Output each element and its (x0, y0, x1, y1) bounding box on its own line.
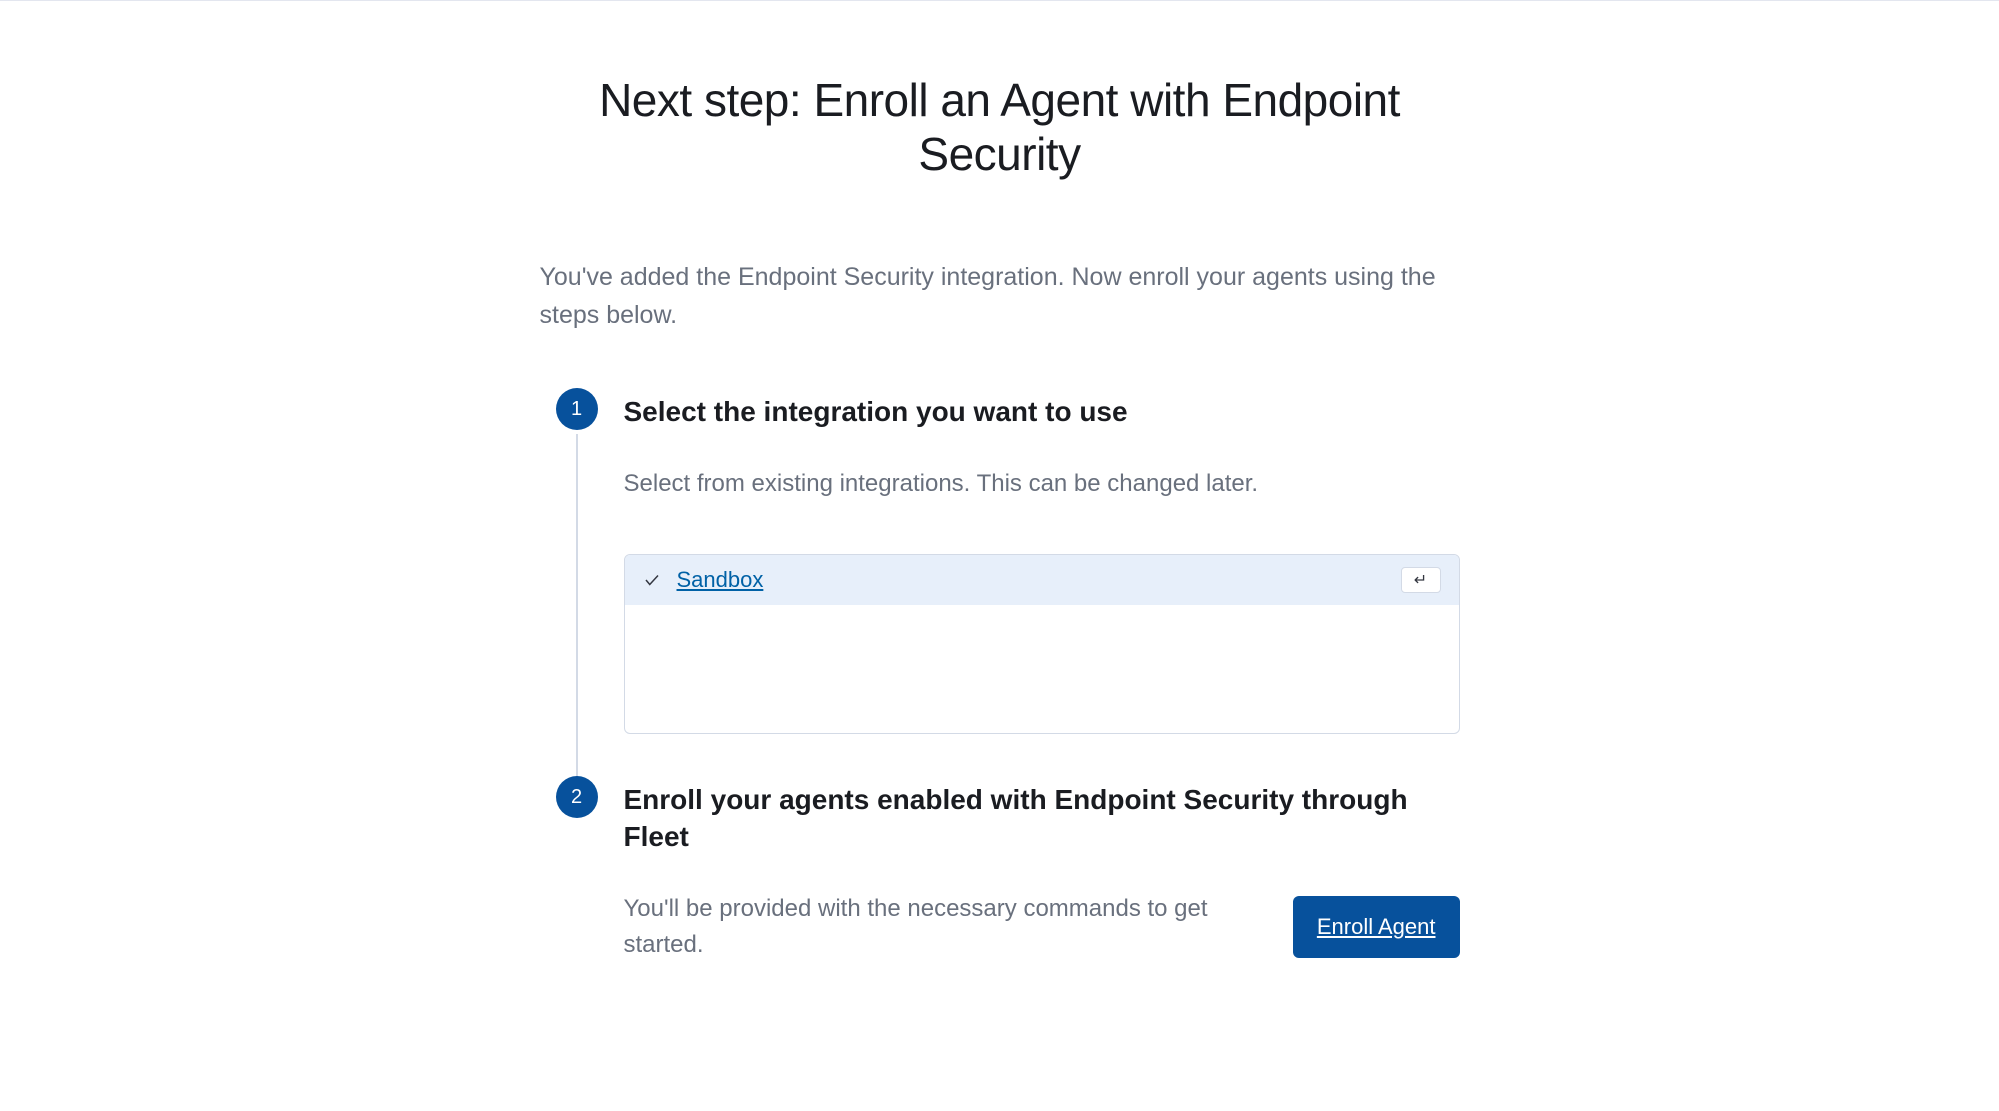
step-number-badge: 2 (556, 776, 598, 818)
return-key-icon: ↵ (1401, 567, 1441, 593)
step-2: 2 Enroll your agents enabled with Endpoi… (556, 782, 1460, 973)
step-2-title: Enroll your agents enabled with Endpoint… (624, 782, 1460, 855)
integration-option-label: Sandbox (677, 567, 764, 593)
check-icon (643, 571, 661, 589)
step-1: 1 Select the integration you want to use… (556, 394, 1460, 782)
step-number-badge: 1 (556, 388, 598, 430)
step-2-row: You'll be provided with the necessary co… (624, 891, 1460, 963)
integration-option-selected[interactable]: Sandbox ↵ (625, 555, 1459, 605)
page-subtitle: You've added the Endpoint Security integ… (540, 259, 1460, 334)
page-title: Next step: Enroll an Agent with Endpoint… (540, 73, 1460, 181)
integration-select-box[interactable]: Sandbox ↵ (624, 554, 1460, 734)
step-1-description: Select from existing integrations. This … (624, 466, 1460, 502)
step-2-description: You'll be provided with the necessary co… (624, 891, 1257, 963)
page-container: Next step: Enroll an Agent with Endpoint… (520, 73, 1480, 973)
steps-list: 1 Select the integration you want to use… (556, 394, 1460, 973)
step-1-title: Select the integration you want to use (624, 394, 1460, 430)
step-connector (576, 434, 578, 788)
enroll-agent-button[interactable]: Enroll Agent (1293, 896, 1460, 958)
